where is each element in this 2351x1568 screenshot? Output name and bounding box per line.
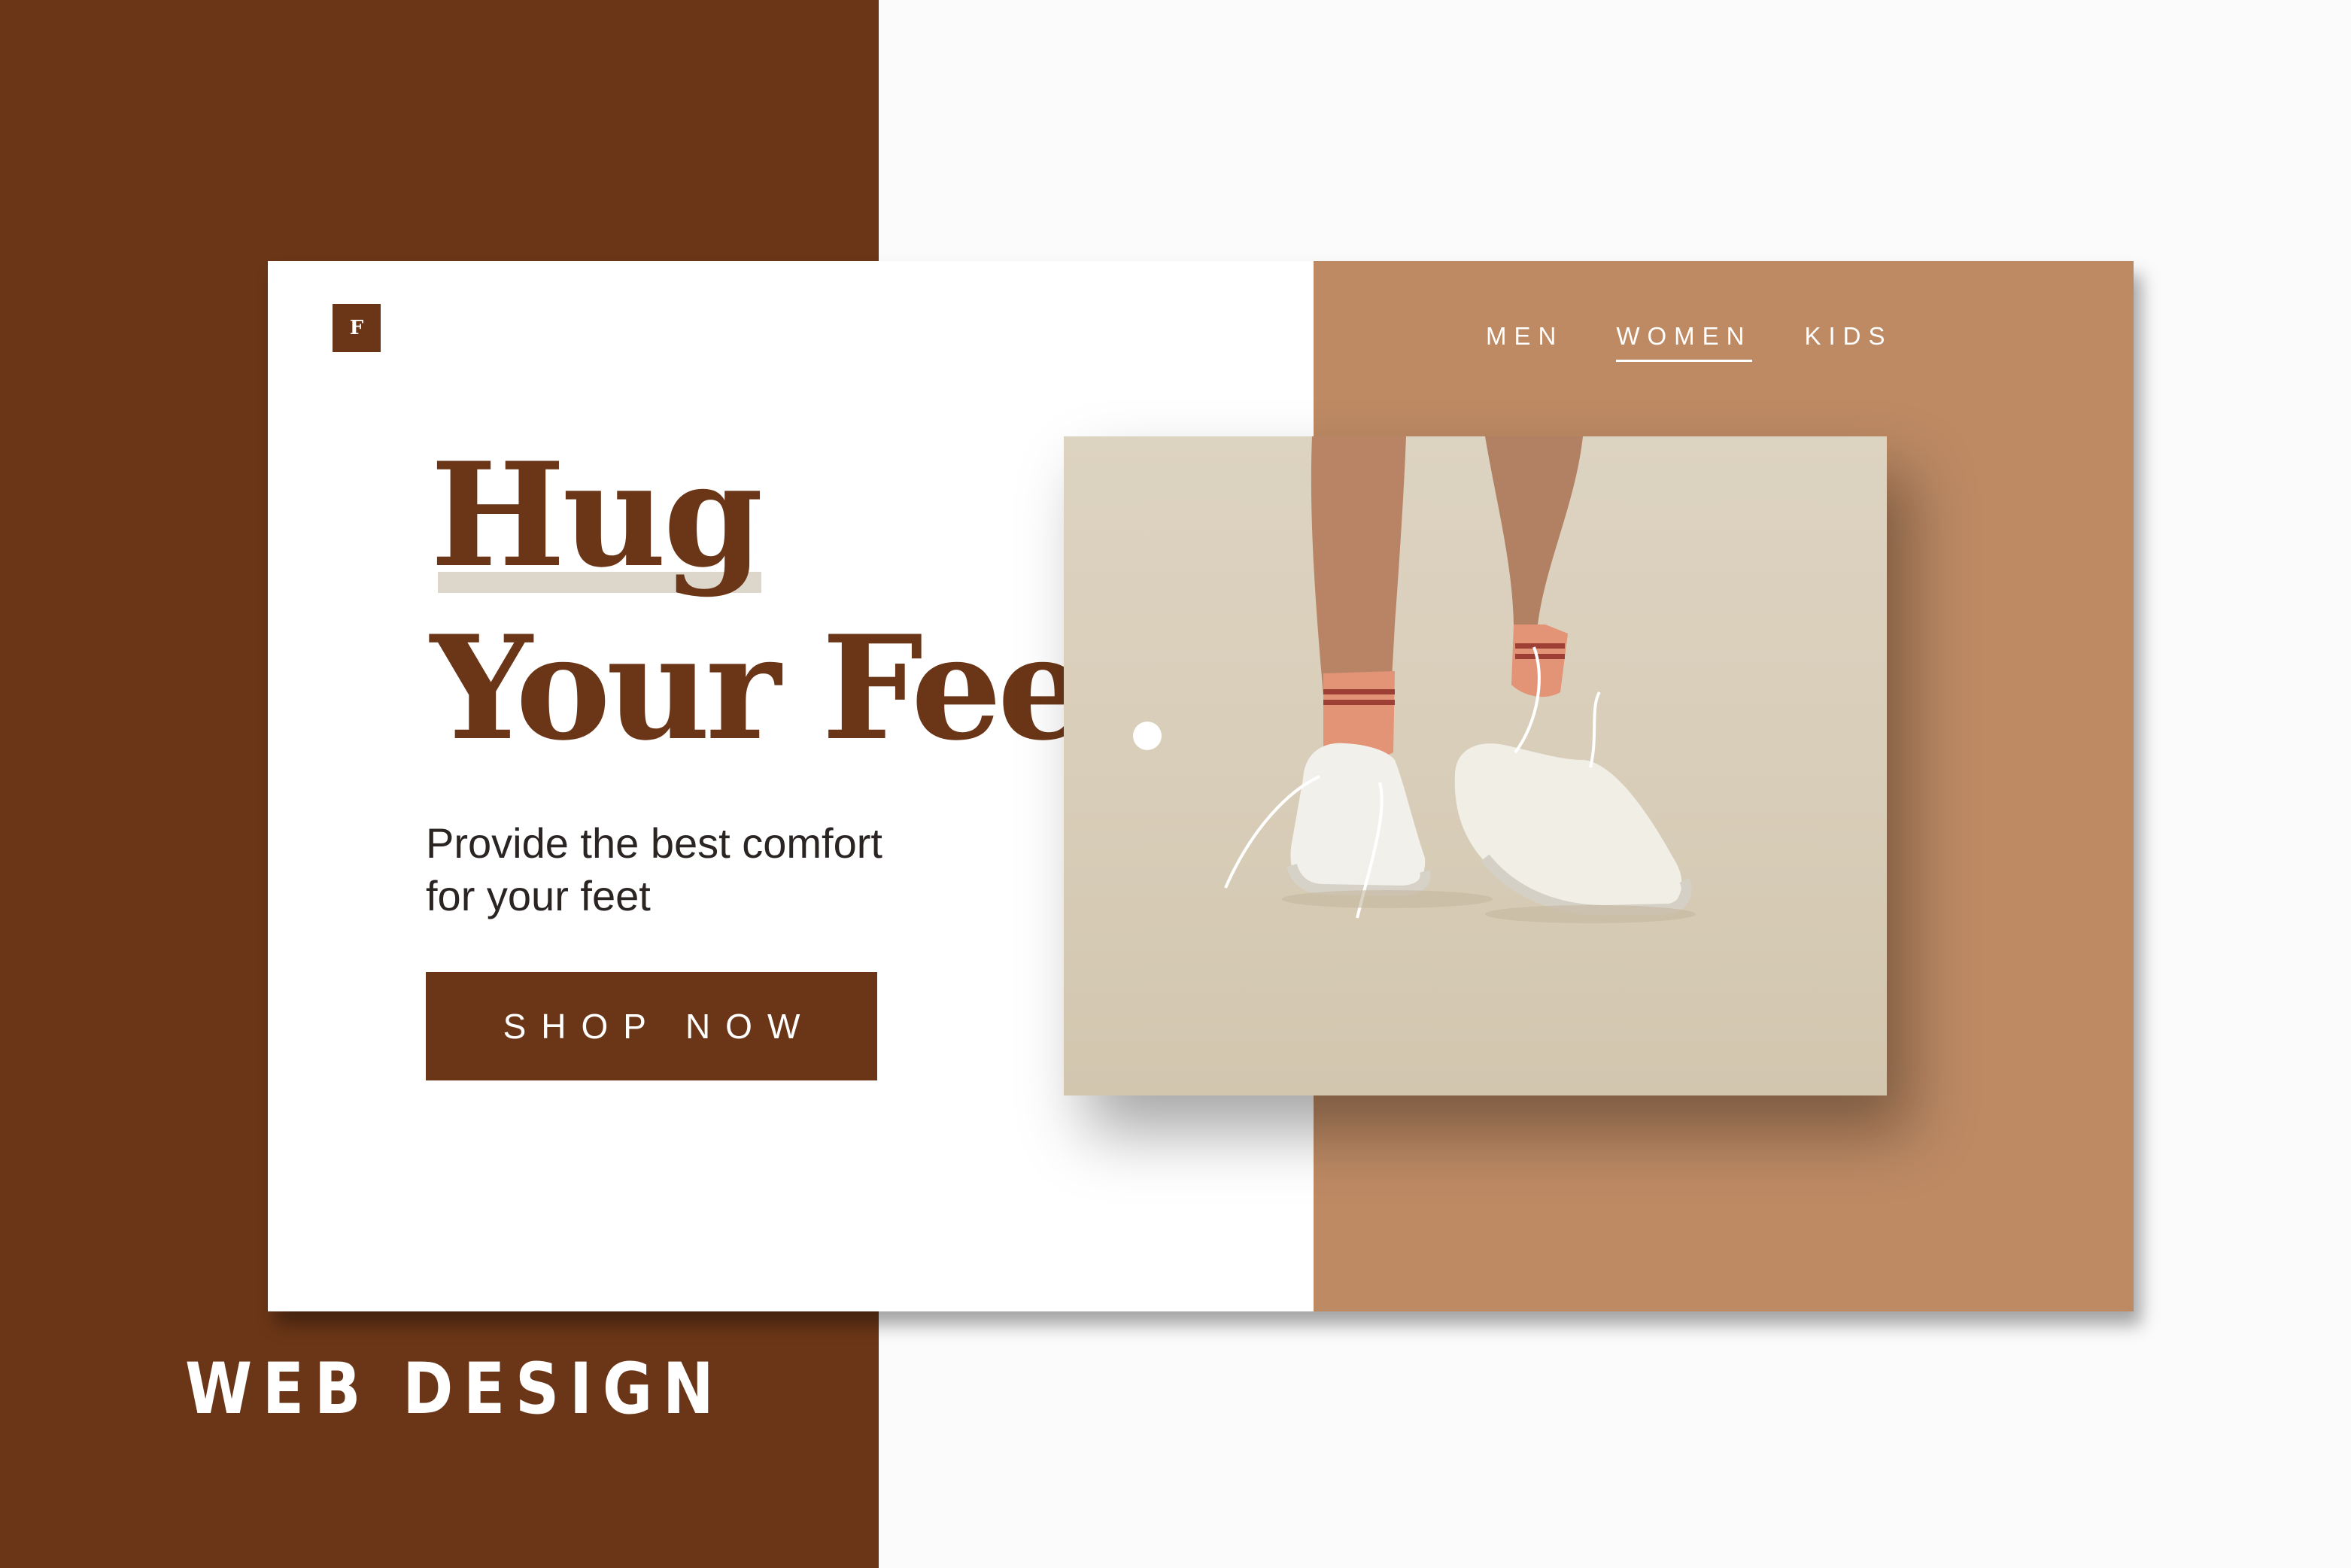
sneakers-photo [1064, 436, 1887, 1095]
headline-period-dot [1133, 722, 1162, 750]
nav-item-women[interactable]: WOMEN [1616, 322, 1752, 362]
shop-now-button[interactable]: SHOP NOW [426, 972, 877, 1080]
nav-item-kids[interactable]: KIDS [1805, 322, 1893, 362]
headline-line-1: Hug [430, 431, 764, 599]
web-design-label: WEB DESIGN [185, 1348, 724, 1430]
subtext-line-1: Provide the best comfort [426, 819, 882, 867]
main-nav: MEN WOMEN KIDS [1486, 322, 1893, 362]
brand-logo[interactable]: F [333, 304, 381, 352]
logo-letter: F [349, 317, 364, 339]
hero-subtext: Provide the best comfort for your feet [426, 817, 1103, 922]
nav-item-men[interactable]: MEN [1486, 322, 1563, 362]
headline-line-2: Your Feet [430, 604, 1150, 772]
sneakers-illustration [1224, 436, 1696, 923]
subtext-line-2: for your feet [426, 872, 651, 919]
